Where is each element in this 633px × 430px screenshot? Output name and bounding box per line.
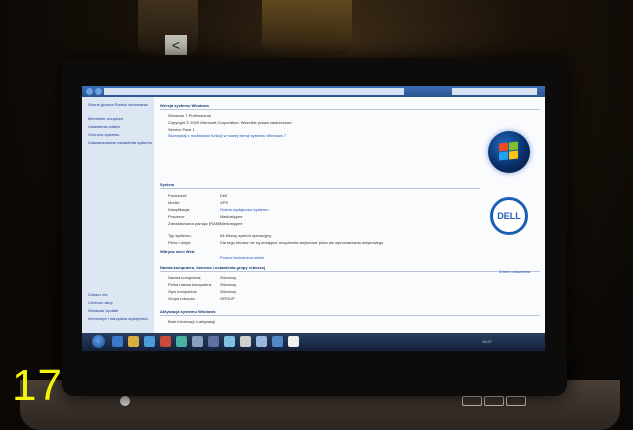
main-content: Wersja systemu Windows Windows 7 Profess… <box>154 97 545 333</box>
system-value: Niedostępne <box>220 221 243 226</box>
sidebar-item-home[interactable]: Strona główna Panelu sterowania <box>88 103 148 107</box>
app-icon[interactable] <box>224 336 235 347</box>
activation-status: Brak informacji o aktywacji <box>168 319 216 324</box>
app-icon[interactable] <box>288 336 299 347</box>
computer-value: Zbiorowy <box>220 275 237 280</box>
see-also-heading: Zobacz też <box>88 292 108 297</box>
photo-scene: < Strona główna Panelu sterowania Menedż… <box>0 0 633 430</box>
taskbar: 10:27 <box>82 333 545 351</box>
see-also-item[interactable]: Centrum akcji <box>88 301 112 305</box>
system-label: Pióro i dotyk: <box>168 240 192 245</box>
system-heading: System <box>160 182 175 187</box>
sidebar-item-protection[interactable]: Ochrona systemu <box>88 133 119 137</box>
divider <box>160 315 540 316</box>
system-value: 64-bitowy system operacyjny <box>220 233 272 238</box>
app-icon[interactable] <box>272 336 283 347</box>
upgrade-link[interactable]: Skorzystaj z możliwości funkcji w nowej … <box>168 133 286 138</box>
rating-link[interactable]: Ocena wydajności systemu <box>220 207 268 212</box>
background-glass-right <box>262 0 352 55</box>
search-input[interactable] <box>452 88 537 95</box>
photo-number-label: 17 <box>12 361 63 410</box>
sidebar-item-advanced[interactable]: Zaawansowane ustawienia systemu <box>88 141 152 145</box>
explorer-address-bar <box>82 86 545 97</box>
breadcrumb[interactable] <box>104 88 404 95</box>
activation-heading: Aktywacja systemu Windows <box>160 309 216 314</box>
system-label: Typ systemu: <box>168 233 192 238</box>
see-also-item[interactable]: Windows Update <box>88 309 118 313</box>
sidebar: Strona główna Panelu sterowania Menedżer… <box>82 97 154 333</box>
computer-label: Grupa robocza: <box>168 296 196 301</box>
folder-icon[interactable] <box>128 336 139 347</box>
computer-value: Zbiorowy <box>220 289 237 294</box>
system-label: Procesor: <box>168 214 186 219</box>
system-label: Producent: <box>168 193 188 198</box>
windows-logo-icon <box>488 131 530 173</box>
system-label: Klasyfikacja: <box>168 207 191 212</box>
app-icon[interactable] <box>160 336 171 347</box>
app-icon[interactable] <box>208 336 219 347</box>
edition-name: Windows 7 Professional <box>168 113 211 118</box>
system-value: Dla tego ekranu nie są dostępne urządzen… <box>220 240 384 245</box>
forward-icon[interactable] <box>95 88 102 95</box>
system-value: Dell <box>220 193 227 198</box>
copyright-text: Copyright © 2009 Microsoft Corporation. … <box>168 120 293 125</box>
back-icon[interactable] <box>86 88 93 95</box>
divider <box>160 188 480 189</box>
app-icon[interactable] <box>256 336 267 347</box>
ie-icon[interactable] <box>112 336 123 347</box>
laptop-screen: Strona główna Panelu sterowania Menedżer… <box>82 86 545 351</box>
media-icon[interactable] <box>144 336 155 347</box>
dell-logo: DELL <box>490 197 528 235</box>
indicator-led <box>484 396 504 406</box>
indicator-led <box>462 396 482 406</box>
background-sign: < <box>165 35 187 55</box>
app-icon[interactable] <box>176 336 187 347</box>
service-pack: Service Pack 1 <box>168 127 195 132</box>
edition-heading: Wersja systemu Windows <box>160 103 210 108</box>
power-button-icon[interactable] <box>120 396 130 406</box>
sidebar-item-remote[interactable]: Ustawienia zdalne <box>88 125 120 129</box>
see-also-item[interactable]: Informacje i narzędzia wydajności <box>88 317 148 321</box>
computer-value: GROUP <box>220 296 235 301</box>
computer-label: Pełna nazwa komputera: <box>168 282 213 287</box>
change-settings-link[interactable]: Zmień ustawienia <box>499 269 530 274</box>
support-link[interactable]: Pomoc techniczna online <box>220 255 264 260</box>
sidebar-item-device-manager[interactable]: Menedżer urządzeń <box>88 117 123 121</box>
computer-label: Nazwa komputera: <box>168 275 202 280</box>
indicator-led <box>506 396 526 406</box>
system-label: Zainstalowana pamięć (RAM): <box>168 221 222 226</box>
app-icon[interactable] <box>192 336 203 347</box>
system-value: XPS <box>220 200 229 205</box>
tray-clock[interactable]: 10:27 <box>482 339 492 344</box>
computer-label: Opis komputera: <box>168 289 198 294</box>
app-icon[interactable] <box>240 336 251 347</box>
system-label: Model: <box>168 200 181 205</box>
system-value: Niedostępne <box>220 214 243 219</box>
divider <box>160 271 540 272</box>
divider <box>160 109 540 110</box>
start-button-icon[interactable] <box>92 335 105 348</box>
computer-heading: Nazwa komputera, domena i ustawienia gru… <box>160 265 266 270</box>
support-heading: Witryna sieci Web: <box>160 249 196 254</box>
computer-value: Zbiorowy <box>220 282 237 287</box>
